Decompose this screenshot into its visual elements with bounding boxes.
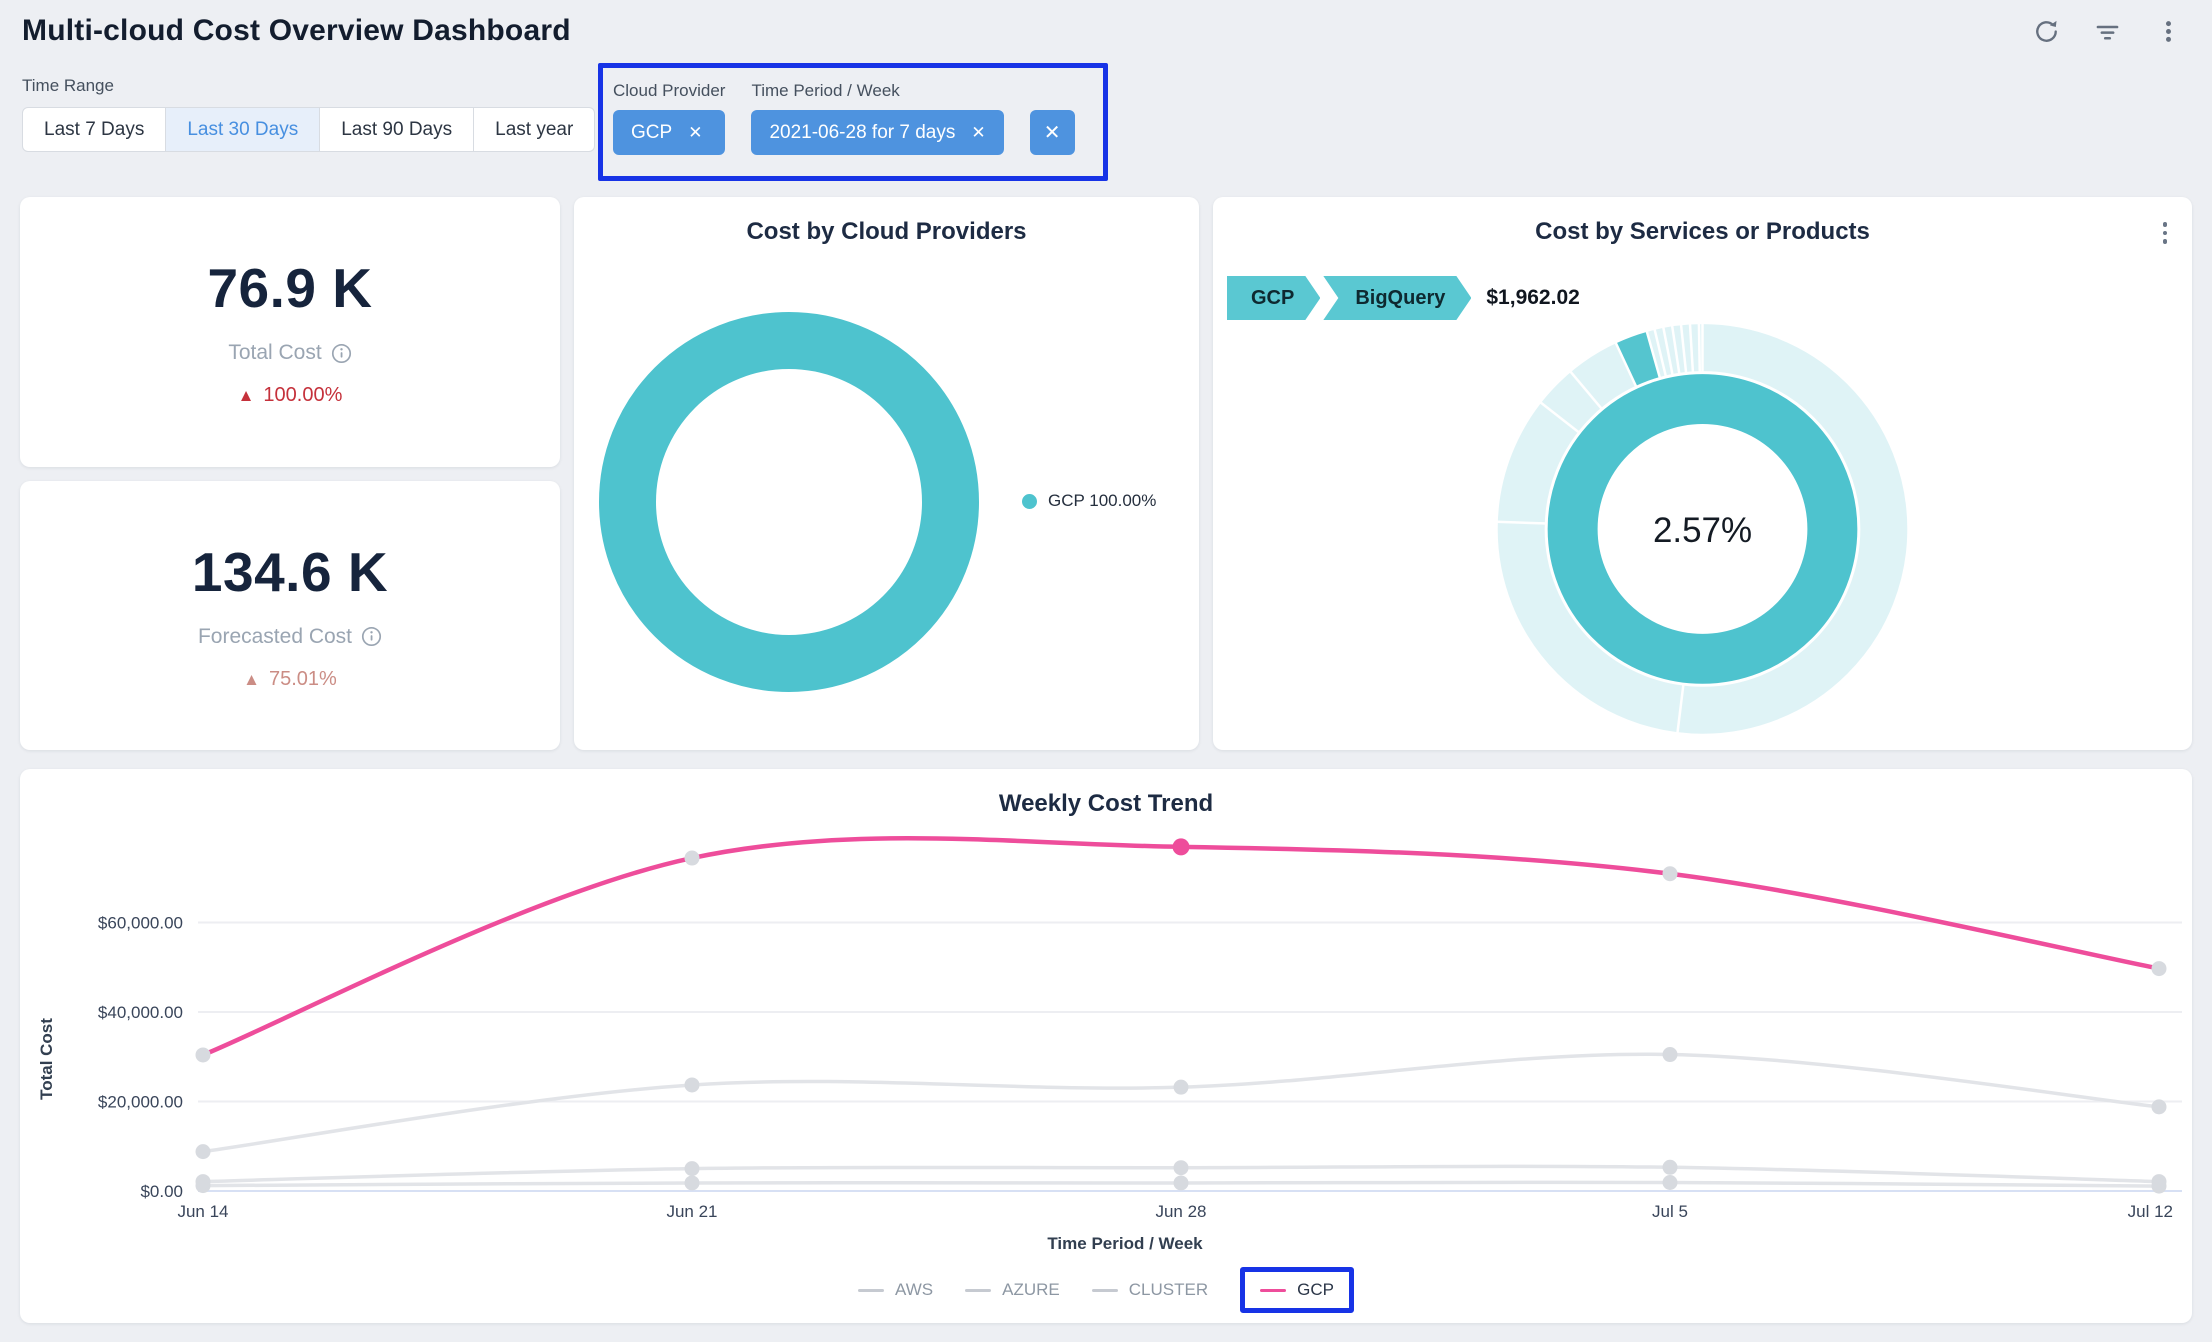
breadcrumb-cost-value: $1,962.02: [1486, 286, 1579, 310]
providers-legend-item[interactable]: GCP 100.00%: [1022, 491, 1156, 511]
cost-by-services-card: Cost by Services or Products GCP BigQuer…: [1213, 197, 2192, 750]
cloud-provider-remove-icon[interactable]: ✕: [688, 124, 702, 141]
gcp-line-swatch: [1260, 1289, 1286, 1292]
providers-donut-chart[interactable]: [574, 197, 1199, 750]
legend-item-azure[interactable]: AZURE: [965, 1280, 1060, 1300]
forecasted-cost-delta-value: 75.01%: [269, 668, 337, 691]
time-range-last-30-days[interactable]: Last 30 Days: [166, 107, 320, 152]
cloud-provider-filter: Cloud Provider GCP ✕: [613, 81, 725, 155]
annotation-box-filters: Cloud Provider GCP ✕ Time Period / Week …: [598, 63, 1108, 181]
legend-label-aws: AWS: [895, 1280, 933, 1300]
total-cost-label: Total Cost: [228, 341, 321, 365]
clear-filters-button[interactable]: ✕: [1030, 110, 1075, 155]
total-cost-value: 76.9 K: [207, 256, 372, 320]
svg-text:2.57%: 2.57%: [1653, 511, 1752, 550]
aws-line-swatch: [858, 1289, 884, 1292]
kebab-menu-icon[interactable]: [2155, 18, 2182, 45]
time-range-last-7-days[interactable]: Last 7 Days: [22, 107, 166, 152]
cloud-provider-chip[interactable]: GCP ✕: [613, 110, 725, 155]
page-title: Multi-cloud Cost Overview Dashboard: [22, 14, 571, 48]
time-period-chip[interactable]: 2021-06-28 for 7 days ✕: [751, 110, 1003, 155]
stat-cards-column: 76.9 K Total Cost ▲ 100.00%: [20, 197, 560, 750]
legend-item-aws[interactable]: AWS: [858, 1280, 933, 1300]
forecasted-cost-card: 134.6 K Forecasted Cost ▲ 75.01%: [20, 481, 560, 751]
forecasted-cost-label-row: Forecasted Cost: [198, 625, 382, 649]
breadcrumb-gcp-chip[interactable]: GCP: [1227, 276, 1320, 320]
time-period-filter: Time Period / Week 2021-06-28 for 7 days…: [751, 81, 1003, 155]
cloud-provider-chip-value: GCP: [631, 122, 672, 144]
svg-text:Total Cost: Total Cost: [37, 1018, 56, 1100]
total-cost-delta: ▲ 100.00%: [238, 384, 343, 407]
svg-text:Jul 5: Jul 5: [1652, 1202, 1688, 1221]
svg-text:Jun 14: Jun 14: [177, 1202, 228, 1221]
svg-text:Jun 21: Jun 21: [666, 1202, 717, 1221]
svg-text:Jun 28: Jun 28: [1155, 1202, 1206, 1221]
cluster-line-swatch: [1092, 1289, 1118, 1292]
filters-row: Time Range Last 7 Days Last 30 Days Last…: [20, 63, 2192, 185]
time-range-button-group: Last 7 Days Last 30 Days Last 90 Days La…: [22, 107, 595, 152]
filter-icon[interactable]: [2094, 18, 2121, 45]
dashboard-page: Multi-cloud Cost Overview Dashboard: [0, 0, 2212, 1342]
time-period-label: Time Period / Week: [751, 81, 1003, 101]
trend-legend: AWS AZURE CLUSTER GCP: [20, 1267, 2192, 1313]
legend-item-gcp[interactable]: GCP: [1260, 1280, 1334, 1300]
legend-label-cluster: CLUSTER: [1129, 1280, 1208, 1300]
time-range-last-year[interactable]: Last year: [474, 107, 595, 152]
time-range-label: Time Range: [22, 76, 595, 96]
legend-label-gcp: GCP: [1297, 1280, 1334, 1300]
cards-row: 76.9 K Total Cost ▲ 100.00%: [20, 197, 2192, 750]
forecasted-cost-value: 134.6 K: [192, 540, 388, 604]
svg-text:$60,000.00: $60,000.00: [98, 914, 183, 933]
delta-up-icon: ▲: [238, 387, 255, 404]
providers-legend-label: GCP 100.00%: [1048, 491, 1156, 511]
cost-by-cloud-providers-card: Cost by Cloud Providers GCP 100.00%: [574, 197, 1199, 750]
legend-label-azure: AZURE: [1002, 1280, 1060, 1300]
svg-text:$40,000.00: $40,000.00: [98, 1003, 183, 1022]
total-cost-card: 76.9 K Total Cost ▲ 100.00%: [20, 197, 560, 467]
forecasted-cost-label: Forecasted Cost: [198, 625, 352, 649]
svg-text:$20,000.00: $20,000.00: [98, 1093, 183, 1112]
delta-up-icon: ▲: [243, 671, 260, 688]
cloud-provider-label: Cloud Provider: [613, 81, 725, 101]
annotation-box-gcp-legend: GCP: [1240, 1267, 1354, 1313]
azure-line-swatch: [965, 1289, 991, 1292]
refresh-icon[interactable]: [2033, 18, 2060, 45]
header-toolbar: [2033, 18, 2182, 45]
time-period-remove-icon[interactable]: ✕: [971, 124, 985, 141]
svg-text:$0.00: $0.00: [140, 1182, 183, 1201]
weekly-cost-trend-chart[interactable]: $0.00 $20,000.00 $40,000.00 $60,000.00 Jun 1…: [20, 813, 2192, 1275]
total-cost-delta-value: 100.00%: [263, 384, 342, 407]
weekly-cost-trend-card: Weekly Cost Trend $0.00$20,000.00$40,000…: [20, 769, 2192, 1323]
header: Multi-cloud Cost Overview Dashboard: [22, 0, 2182, 62]
time-range-filter: Time Range Last 7 Days Last 30 Days Last…: [22, 76, 595, 152]
time-range-last-90-days[interactable]: Last 90 Days: [320, 107, 474, 152]
breadcrumb-bigquery-chip[interactable]: BigQuery: [1323, 276, 1471, 320]
legend-item-cluster[interactable]: CLUSTER: [1092, 1280, 1208, 1300]
total-cost-label-row: Total Cost: [228, 341, 351, 365]
time-period-chip-value: 2021-06-28 for 7 days: [769, 122, 955, 144]
gcp-legend-dot: [1022, 494, 1037, 509]
info-icon[interactable]: [361, 626, 382, 647]
forecasted-cost-delta: ▲ 75.01%: [243, 668, 337, 691]
info-icon[interactable]: [331, 343, 352, 364]
svg-text:Time Period / Week: Time Period / Week: [1047, 1234, 1203, 1253]
svg-text:Jul 12: Jul 12: [2128, 1202, 2173, 1221]
services-breadcrumb: GCP BigQuery $1,962.02: [1227, 276, 1580, 320]
